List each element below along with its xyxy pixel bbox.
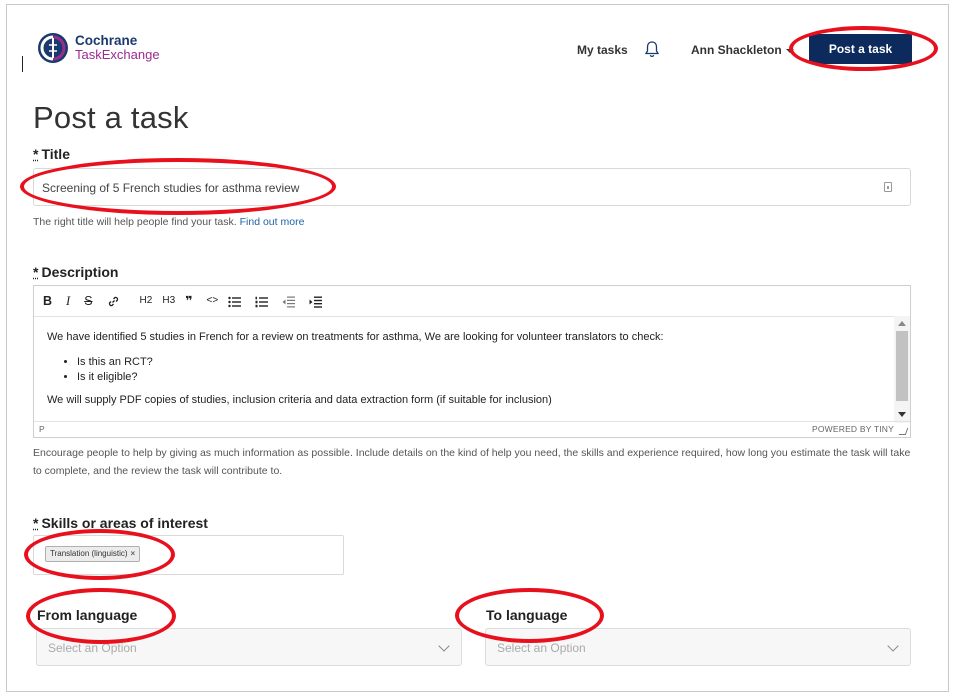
strikethrough-button[interactable]: S	[84, 286, 92, 316]
title-input-value: Screening of 5 French studies for asthma…	[42, 181, 300, 195]
outdent-icon[interactable]	[282, 286, 296, 316]
skills-input[interactable]: Translation (linguistic) ×	[33, 535, 344, 575]
password-manager-icon[interactable]	[884, 182, 892, 192]
list-item: Is this an RCT?	[77, 355, 894, 370]
bold-button[interactable]: B	[43, 286, 52, 316]
blockquote-button[interactable]: ❞	[185, 286, 192, 316]
editor-statusbar: P POWERED BY TINY	[34, 421, 910, 437]
bullet-list-icon[interactable]	[228, 286, 242, 316]
skills-label: * Skills or areas of interest	[33, 515, 208, 531]
heading3-button[interactable]: H3	[162, 286, 175, 316]
logo-text-taskexchange: TaskExchange	[75, 47, 160, 62]
scroll-up-arrow-icon[interactable]	[898, 321, 906, 326]
description-editor[interactable]: B I S H2 H3 ❞ <> We have identified 5 st…	[33, 285, 911, 438]
code-button[interactable]: <>	[206, 286, 218, 316]
description-intro: We have identified 5 studies in French f…	[47, 331, 664, 343]
cochrane-logo-icon	[38, 33, 68, 63]
element-path[interactable]: P	[39, 424, 45, 434]
scroll-down-arrow-icon[interactable]	[898, 412, 906, 417]
list-item: Is it eligible?	[77, 370, 894, 385]
resize-handle-icon[interactable]	[898, 428, 909, 435]
user-name: Ann Shackleton	[691, 43, 782, 57]
editor-toolbar: B I S H2 H3 ❞ <>	[34, 286, 910, 317]
title-label-text: Title	[41, 146, 70, 162]
required-mark: *	[33, 515, 39, 531]
skills-label-text: Skills or areas of interest	[41, 515, 208, 531]
description-bullet-list: Is this an RCT? Is it eligible?	[47, 355, 894, 385]
to-language-label: To language	[486, 607, 568, 623]
indent-icon[interactable]	[309, 286, 323, 316]
heading2-button[interactable]: H2	[140, 286, 153, 316]
post-task-button[interactable]: Post a task	[809, 34, 912, 64]
title-help: The right title will help people find yo…	[33, 213, 304, 231]
description-label-text: Description	[41, 264, 119, 280]
from-language-placeholder: Select an Option	[48, 641, 137, 655]
user-menu[interactable]: Ann Shackleton	[691, 43, 794, 57]
chevron-down-icon	[438, 640, 450, 652]
description-help: Encourage people to help by giving as mu…	[33, 447, 911, 477]
powered-by-tiny[interactable]: POWERED BY TINY	[812, 424, 894, 434]
description-label: * Description	[33, 264, 118, 280]
to-language-placeholder: Select an Option	[497, 641, 586, 655]
to-language-select[interactable]: Select an Option	[485, 628, 911, 666]
numbered-list-icon[interactable]	[255, 286, 269, 316]
bell-icon[interactable]	[644, 40, 660, 58]
italic-button[interactable]: I	[66, 286, 70, 316]
title-input[interactable]: Screening of 5 French studies for asthma…	[33, 168, 911, 206]
required-mark: *	[33, 264, 39, 280]
nav-my-tasks[interactable]: My tasks	[577, 43, 628, 57]
required-mark: *	[33, 146, 39, 162]
title-label: * Title	[33, 146, 70, 162]
scrollbar-thumb[interactable]	[896, 331, 908, 401]
chevron-down-icon	[785, 48, 794, 53]
skill-chip-label: Translation (linguistic)	[50, 549, 128, 558]
page-title: Post a task	[33, 100, 189, 135]
cochrane-logo[interactable]: Cochrane TaskExchange	[37, 32, 160, 64]
title-help-text: The right title will help people find yo…	[33, 216, 237, 228]
logo-text-cochrane: Cochrane	[75, 33, 138, 48]
find-out-more-link[interactable]: Find out more	[240, 216, 305, 228]
link-icon[interactable]	[107, 286, 120, 316]
text-cursor	[22, 56, 23, 72]
description-outro: We will supply PDF copies of studies, in…	[47, 394, 552, 406]
skill-chip[interactable]: Translation (linguistic) ×	[45, 546, 141, 562]
editor-scrollbar[interactable]	[894, 316, 910, 423]
editor-content[interactable]: We have identified 5 studies in French f…	[34, 316, 894, 423]
remove-chip-icon[interactable]: ×	[131, 549, 136, 558]
from-language-select[interactable]: Select an Option	[36, 628, 462, 666]
from-language-label: From language	[37, 607, 138, 623]
chevron-down-icon	[887, 640, 899, 652]
